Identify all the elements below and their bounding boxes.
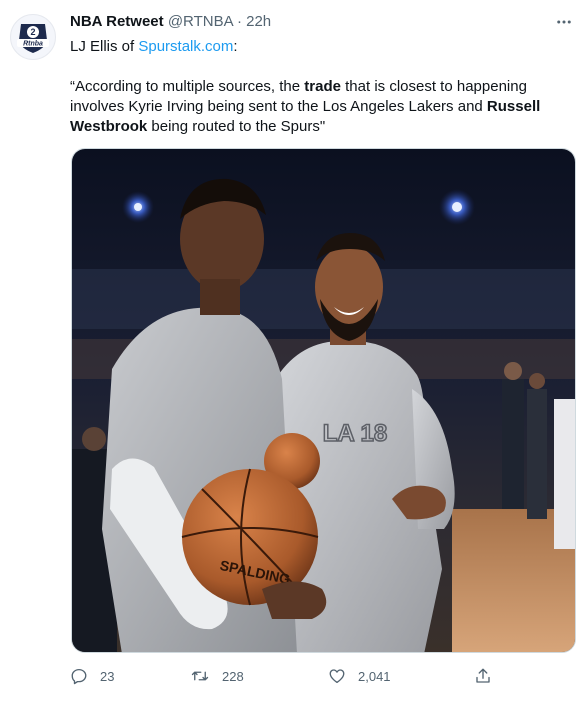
quote-part: being routed to the Spurs" [147, 118, 326, 135]
like-button[interactable]: 2,041 [328, 664, 391, 688]
tweet-photo[interactable]: LA 18 SPALDING [71, 148, 576, 653]
avatar[interactable]: 2 Rtnba [10, 14, 56, 60]
tweet-header: NBA Retweet @RTNBA · 22h [70, 12, 271, 32]
intro-suffix: : [233, 38, 238, 55]
basketball-players-photo: LA 18 SPALDING [72, 149, 575, 652]
quote-part: “According to multiple sources, the [70, 78, 305, 95]
more-button[interactable] [552, 10, 576, 34]
retweet-count: 228 [222, 668, 244, 684]
handle[interactable]: @RTNBA [168, 13, 233, 30]
tweet-quote: “According to multiple sources, the trad… [70, 77, 560, 137]
avatar-number: 2 [30, 27, 35, 37]
like-count: 2,041 [358, 668, 391, 684]
quote-bold: trade [304, 78, 341, 95]
separator: · [236, 13, 242, 30]
intro-prefix: LJ Ellis of [70, 38, 139, 55]
tweet-intro: LJ Ellis of Spurstalk.com: [70, 37, 550, 57]
action-bar: 23 228 2,041 [70, 664, 510, 688]
display-name[interactable]: NBA Retweet [70, 13, 164, 30]
heart-icon [329, 669, 345, 684]
more-horizontal-icon [557, 20, 571, 24]
retweet-icon [191, 671, 209, 681]
avatar-logo-icon: 2 Rtnba [17, 24, 49, 53]
timestamp[interactable]: 22h [246, 13, 271, 30]
share-icon [476, 668, 490, 683]
reply-icon [71, 668, 87, 685]
tweet[interactable]: 2 Rtnba NBA Retweet @RTNBA · 22h LJ Elli… [0, 0, 588, 702]
reply-button[interactable]: 23 [70, 664, 114, 688]
retweet-button[interactable]: 228 [190, 664, 244, 688]
share-button[interactable] [474, 664, 504, 688]
reply-count: 23 [100, 668, 115, 684]
spurstalk-link[interactable]: Spurstalk.com [138, 38, 233, 55]
avatar-wordmark: Rtnba [23, 41, 43, 48]
jersey-text: LA 18 [323, 420, 387, 447]
